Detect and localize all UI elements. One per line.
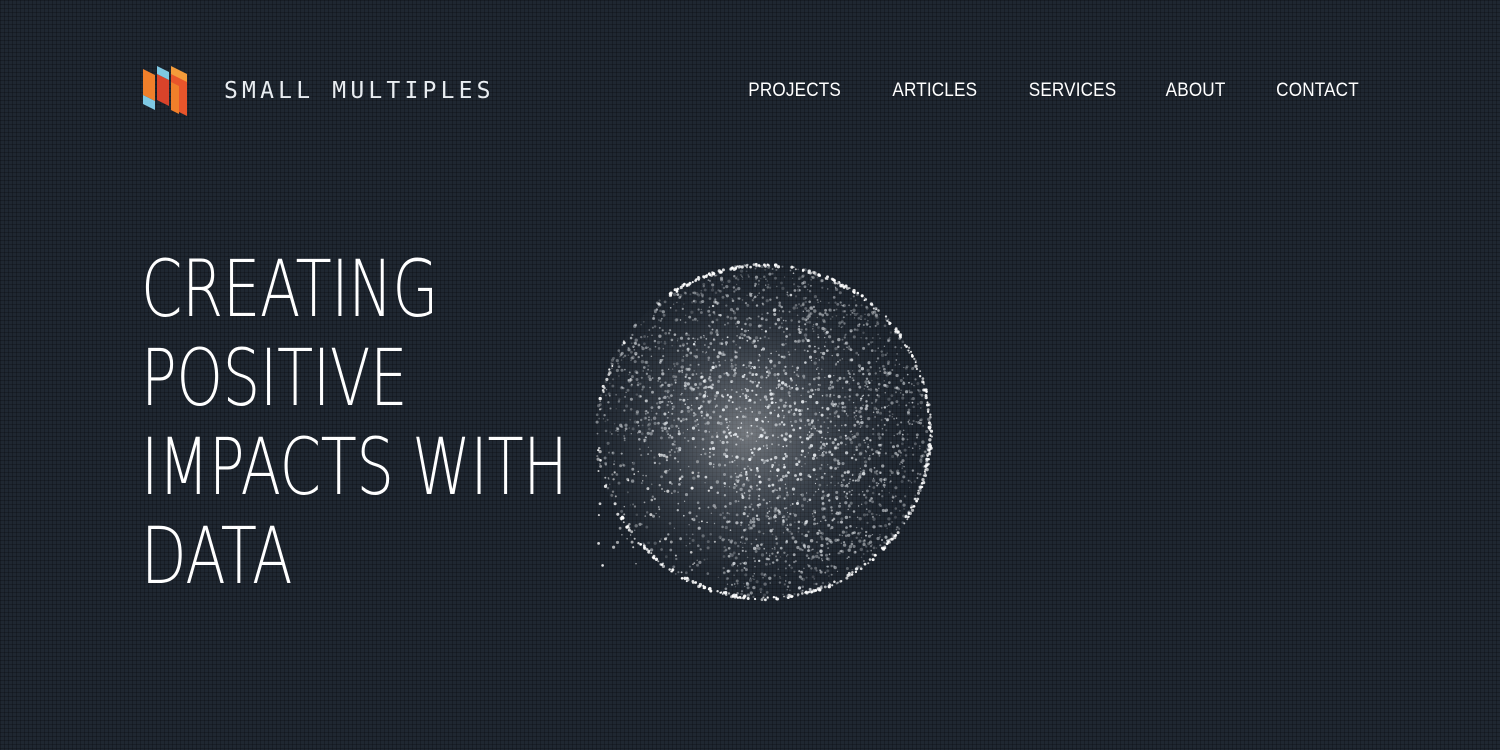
main-nav: PROJECTS ARTICLES SERVICES ABOUT CONTACT (738, 66, 1359, 116)
home-logo-link[interactable]: SMALL MULTIPLES (141, 66, 495, 116)
particle-globe-icon (595, 262, 934, 602)
hero-title-line: IMPACTS WITH (141, 423, 568, 513)
nav-item-articles[interactable]: ARTICLES (893, 80, 978, 102)
site-header: SMALL MULTIPLES PROJECTS ARTICLES SERVIC… (141, 66, 1359, 116)
small-multiples-logo-icon (143, 66, 187, 116)
hero-title-line: CREATING (141, 245, 438, 335)
brand-name: SMALL MULTIPLES (224, 78, 495, 104)
page: SMALL MULTIPLES PROJECTS ARTICLES SERVIC… (0, 0, 1500, 750)
nav-item-contact[interactable]: CONTACT (1276, 80, 1359, 102)
nav-item-services[interactable]: SERVICES (1029, 80, 1117, 102)
hero-title-line: DATA (141, 512, 293, 602)
hero-title: CREATING POSITIVE IMPACTS WITH DATA (141, 245, 568, 602)
nav-item-about[interactable]: ABOUT (1165, 80, 1225, 102)
nav-item-projects[interactable]: PROJECTS (749, 80, 842, 102)
hero-title-line: POSITIVE (141, 334, 408, 424)
